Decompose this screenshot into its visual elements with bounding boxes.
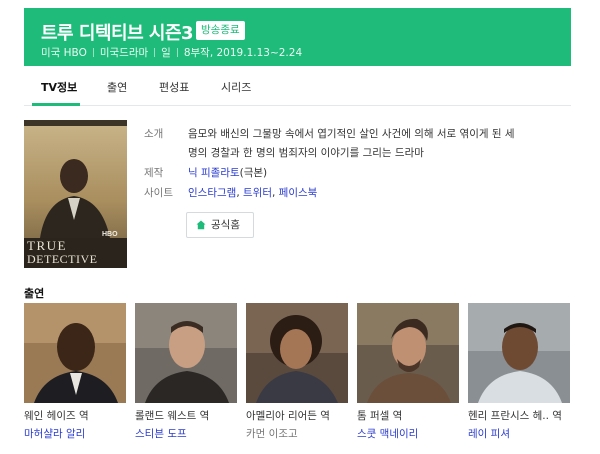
cast-section-title: 출연 — [24, 287, 45, 300]
site-link-instagram[interactable]: 인스타그램 — [188, 187, 236, 199]
tab-series[interactable]: 시리즈 — [221, 79, 251, 95]
producer-role: (극본) — [239, 167, 268, 179]
home-icon — [196, 220, 206, 230]
show-title[interactable]: 트루 디텍티브 시즌3 — [41, 19, 194, 45]
synopsis-text-line1: 음모와 배신의 그물망 속에서 엽기적인 살인 사건에 의해 서로 엮이게 된 … — [188, 128, 515, 140]
poster-wordmark-detective: DETECTIVE — [27, 252, 97, 266]
cast-role: 롤랜드 웨스트 역 — [135, 410, 210, 422]
actor-photo[interactable] — [135, 303, 237, 403]
cast-role: 웨인 헤이즈 역 — [24, 410, 89, 422]
active-tab-indicator — [32, 103, 80, 106]
tab-cast[interactable]: 출연 — [107, 79, 127, 95]
tab-bar: TV정보 출연 편성표 시리즈 — [24, 66, 571, 106]
site-link-twitter[interactable]: 트위터 — [243, 187, 272, 199]
tv-info-card: 트루 디텍티브 시즌3 방송종료 미국 HBO 미국드라마 일 8부작, 2019.1… — [24, 8, 571, 454]
cast-role: 헨리 프란시스 헤.. 역 — [468, 410, 562, 422]
site-separator: , — [271, 187, 279, 199]
cast-actor-link[interactable]: 레이 피셔 — [468, 426, 570, 441]
meta-network: 미국 HBO — [41, 47, 87, 59]
actor-photo[interactable] — [357, 303, 459, 403]
cast-role: 톰 퍼셀 역 — [357, 410, 403, 422]
status-badge: 방송종료 — [196, 21, 245, 40]
meta-divider — [176, 48, 178, 57]
meta-day: 일 — [161, 47, 171, 59]
meta-episodes: 8부작, 2019.1.13~2.24 — [183, 47, 303, 59]
poster-wordmark-true: TRUE — [27, 238, 67, 253]
cast-role: 아멜리아 리어든 역 — [246, 410, 330, 422]
sites-label: 사이트 — [144, 187, 173, 199]
synopsis-label: 소개 — [144, 128, 164, 140]
tab-schedule[interactable]: 편성표 — [159, 79, 189, 95]
official-home-button[interactable]: 공식홈 — [186, 212, 254, 238]
actor-photo[interactable] — [246, 303, 348, 403]
cast-card[interactable]: 롤랜드 웨스트 역 스티븐 도프 — [135, 303, 237, 441]
cast-card[interactable]: 웨인 헤이즈 역 마허샬라 알리 — [24, 303, 126, 441]
cast-actor-name: 카먼 이조고 — [246, 428, 298, 440]
poster-network-logo: HBO — [102, 231, 118, 238]
cast-actor-link[interactable]: 스쿳 맥네이리 — [357, 426, 459, 441]
cast-actor-link[interactable]: 마허샬라 알리 — [24, 426, 126, 441]
cast-card[interactable]: 톰 퍼셀 역 스쿳 맥네이리 — [357, 303, 459, 441]
site-link-facebook[interactable]: 페이스북 — [279, 187, 318, 199]
actor-photo[interactable] — [468, 303, 570, 403]
show-header: 트루 디텍티브 시즌3 방송종료 미국 HBO 미국드라마 일 8부작, 2019.1… — [24, 8, 571, 66]
site-separator: , — [236, 187, 243, 199]
producer-link[interactable]: 닉 피졸라토 — [188, 167, 240, 179]
show-meta: 미국 HBO 미국드라마 일 8부작, 2019.1.13~2.24 — [41, 45, 302, 60]
meta-genre: 미국드라마 — [99, 47, 149, 59]
meta-divider — [92, 48, 94, 57]
producer-value: 닉 피졸라토(극본) — [188, 165, 267, 180]
cast-card[interactable]: 아멜리아 리어든 역 카먼 이조고 — [246, 303, 348, 441]
official-home-label: 공식홈 — [211, 219, 240, 231]
producer-label: 제작 — [144, 167, 164, 179]
actor-photo[interactable] — [24, 303, 126, 403]
synopsis-text-line2: 명의 경찰과 한 명의 범죄자의 이야기를 그리는 드라마 — [188, 147, 424, 159]
sites-value: 인스타그램, 트위터, 페이스북 — [188, 185, 317, 200]
meta-divider — [154, 48, 156, 57]
show-poster[interactable]: TRUE DETECTIVE HBO — [24, 120, 127, 268]
tab-tv-info[interactable]: TV정보 — [41, 79, 77, 95]
cast-card[interactable]: 헨리 프란시스 헤.. 역 레이 피셔 — [468, 303, 570, 441]
cast-actor-link[interactable]: 스티븐 도프 — [135, 426, 237, 441]
